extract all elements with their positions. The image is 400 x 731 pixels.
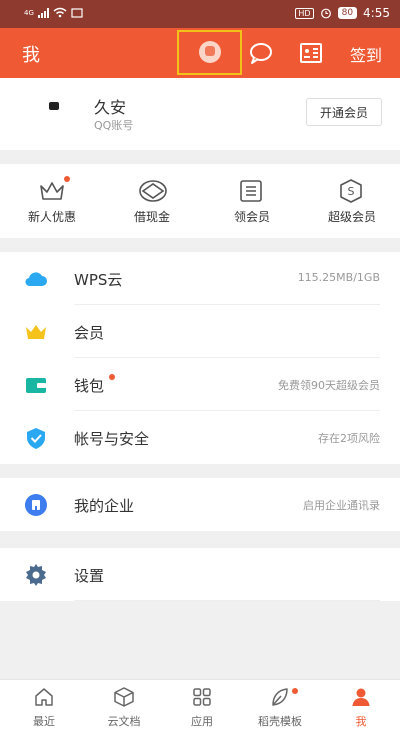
status-bar: 4G HD 80 4:55 xyxy=(0,0,400,28)
id-card-icon[interactable] xyxy=(298,40,324,66)
bottom-tab-bar: 最近 云文档 应用 稻壳模板 我 xyxy=(0,679,400,731)
tab-label: 我 xyxy=(355,715,367,728)
storage-usage: 115.25MB/1GB xyxy=(297,271,380,284)
alarm-icon xyxy=(320,8,331,19)
gear-icon xyxy=(26,564,46,586)
home-icon xyxy=(35,688,53,706)
quick-action-cash[interactable]: 借现金 xyxy=(102,164,202,238)
tab-label: 应用 xyxy=(191,715,213,728)
quick-action-label: 借现金 xyxy=(133,210,170,224)
screen: 4G HD 80 4:55 我 签到 久安 QQ账号 开通会员 新人优惠 借现金… xyxy=(0,0,400,731)
quick-action-label: 领会员 xyxy=(233,210,270,224)
wallet-icon xyxy=(26,378,46,393)
quick-action-label: 新人优惠 xyxy=(27,210,76,224)
status-right: HD 80 4:55 xyxy=(295,6,390,20)
list-item-label: 帐号与安全 xyxy=(74,430,150,448)
quick-action-label: 超级会员 xyxy=(327,210,376,224)
settings-section-3: 设置 xyxy=(0,548,400,601)
quick-actions: 新人优惠 借现金 领会员 S 超级会员 xyxy=(0,164,400,238)
list-item-wallet[interactable]: 钱包 免费领90天超级会员 xyxy=(0,358,400,411)
message-icon xyxy=(71,7,83,18)
avatar[interactable] xyxy=(32,86,76,130)
app-header: 我 签到 xyxy=(0,28,400,78)
settings-section-2: 我的企业 启用企业通讯录 xyxy=(0,478,400,531)
shield-dollar-icon: S xyxy=(340,179,362,203)
tab-recent[interactable]: 最近 xyxy=(4,680,84,731)
new-badge-dot xyxy=(64,176,70,182)
hd-badge: HD xyxy=(295,7,314,19)
quick-action-get-vip[interactable]: 领会员 xyxy=(202,164,302,238)
tab-label: 稻壳模板 xyxy=(258,715,302,728)
svg-text:S: S xyxy=(348,185,355,198)
status-time: 4:55 xyxy=(363,6,390,20)
settings-section-1: WPS云 115.25MB/1GB 会员 钱包 免费领90天超级会员 帐号与安全… xyxy=(0,252,400,464)
open-vip-button[interactable]: 开通会员 xyxy=(306,98,382,126)
chat-bubble-icon[interactable] xyxy=(248,40,274,66)
list-item-label: 我的企业 xyxy=(74,497,135,515)
tab-cloud-docs[interactable]: 云文档 xyxy=(84,680,164,731)
profile-account-type: QQ账号 xyxy=(94,119,134,132)
crown-icon xyxy=(26,325,46,339)
leaf-icon xyxy=(272,688,288,706)
profile-card[interactable]: 久安 QQ账号 开通会员 xyxy=(0,78,400,150)
list-item-label: WPS云 xyxy=(74,271,123,289)
battery-icon: 80 xyxy=(337,7,358,19)
divider xyxy=(74,600,380,601)
templates-badge-dot xyxy=(292,688,298,694)
wifi-icon xyxy=(53,7,67,18)
list-card-icon xyxy=(240,180,262,202)
signal-icon xyxy=(37,7,49,18)
list-item-wps-cloud[interactable]: WPS云 115.25MB/1GB xyxy=(0,252,400,305)
status-left: 4G xyxy=(24,7,83,18)
list-item-settings[interactable]: 设置 xyxy=(0,548,400,601)
building-icon xyxy=(25,494,47,516)
quick-action-newuser[interactable]: 新人优惠 xyxy=(2,164,102,238)
page-title: 我 xyxy=(22,45,40,66)
network-type: 4G xyxy=(24,8,34,17)
tab-label: 云文档 xyxy=(107,715,141,728)
list-item-my-enterprise[interactable]: 我的企业 启用企业通讯录 xyxy=(0,478,400,531)
apps-grid-icon xyxy=(193,688,211,706)
tab-me[interactable]: 我 xyxy=(321,680,400,731)
cloud-icon xyxy=(25,272,47,287)
enterprise-hint: 启用企业通讯录 xyxy=(303,499,380,512)
checkin-button[interactable]: 签到 xyxy=(350,42,382,66)
list-item-label: 钱包 xyxy=(74,377,105,395)
tab-label: 最近 xyxy=(33,715,55,728)
person-icon xyxy=(352,688,370,706)
wallet-promo: 免费领90天超级会员 xyxy=(278,379,380,392)
header-avatar-icon[interactable] xyxy=(199,41,221,63)
profile-name: 久安 xyxy=(94,98,127,117)
crown-outline-icon xyxy=(40,182,64,200)
tab-templates[interactable]: 稻壳模板 xyxy=(240,680,320,731)
list-item-account-security[interactable]: 帐号与安全 存在2项风险 xyxy=(0,411,400,464)
list-item-member[interactable]: 会员 xyxy=(0,305,400,358)
list-item-label: 会员 xyxy=(74,324,105,342)
cube-icon xyxy=(114,687,134,707)
header-avatar-highlight[interactable] xyxy=(177,30,242,75)
wallet-badge-dot xyxy=(109,374,115,380)
quick-action-super-vip[interactable]: S 超级会员 xyxy=(302,164,400,238)
tab-apps[interactable]: 应用 xyxy=(162,680,242,731)
list-item-label: 设置 xyxy=(74,567,105,585)
security-risk: 存在2项风险 xyxy=(318,432,380,445)
shield-check-icon xyxy=(27,428,45,449)
coin-eye-icon xyxy=(139,180,167,202)
